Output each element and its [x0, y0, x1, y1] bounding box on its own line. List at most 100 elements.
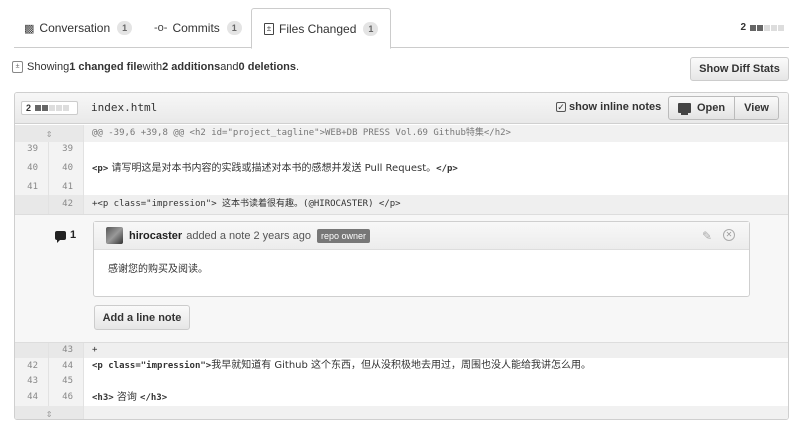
diff-code: <p> 请写明这是对本书内容的实践或描述对本书的感想并发送 Pull Reque… — [84, 157, 788, 180]
tab-conversation[interactable]: ▩ Conversation 1 — [24, 8, 133, 48]
code-text: 我早就知道有 Github 这个东西，但从没积极地去用过，周围也没人能给我讲怎么… — [211, 360, 592, 371]
old-line-number[interactable]: 44 — [15, 389, 49, 406]
file-stat-count: 2 — [26, 103, 32, 113]
old-line-number[interactable]: 42 — [15, 358, 49, 374]
file-diff: 2 index.html ✓ show inline notes Open Vi… — [14, 92, 789, 420]
code-tag: <p class="impression"> — [92, 361, 212, 371]
commit-icon: -o- — [154, 22, 168, 34]
pull-request-tabs: ▩ Conversation 1 -o- Commits 1 ± Files C… — [14, 8, 789, 49]
old-line-number[interactable] — [15, 343, 49, 358]
diff-code — [84, 374, 788, 389]
monitor-icon — [678, 103, 691, 115]
note-meta: added a note 2 years ago — [186, 229, 311, 242]
diff-row: 41 41 — [15, 180, 788, 195]
comment-count-value: 1 — [70, 229, 77, 241]
old-line-number[interactable]: 39 — [15, 142, 49, 157]
line-note: hirocaster added a note 2 years ago repo… — [93, 221, 750, 297]
new-line-number[interactable]: 42 — [49, 195, 84, 214]
open-button[interactable]: Open — [669, 97, 734, 119]
diff-stat-bars — [35, 105, 70, 111]
tab-label: Conversation — [39, 21, 111, 35]
diff-row: 44 46 <h3> 咨询 </h3> — [15, 389, 788, 406]
diff-stat-total: 2 — [740, 22, 785, 33]
checkbox-checked-icon[interactable]: ✓ — [556, 102, 566, 112]
diff-code: <p class="impression">我早就知道有 Github 这个东西… — [84, 358, 788, 374]
add-line-note-button[interactable]: Add a line note — [94, 305, 190, 330]
summary-text: . — [296, 61, 300, 73]
old-line-number[interactable]: 43 — [15, 374, 49, 389]
tab-files-changed[interactable]: ± Files Changed 1 — [251, 8, 392, 49]
inline-comment-thread: 1 hirocaster added a note 2 years ago re… — [15, 214, 788, 343]
summary-deletions: 0 deletions — [238, 61, 297, 73]
new-line-number[interactable]: 44 — [49, 358, 84, 374]
diff-row: 42 44 <p class="impression">我早就知道有 Githu… — [15, 358, 788, 374]
new-line-number[interactable]: 41 — [49, 180, 84, 195]
note-author[interactable]: hirocaster — [129, 230, 182, 242]
new-line-number[interactable]: 39 — [49, 142, 84, 157]
summary-additions: 2 additions — [162, 61, 221, 73]
diff-row-added: 42 +<p class="impression"> 这本书读着很有趣。(@HI… — [15, 195, 788, 214]
note-body: 感谢您的购买及阅读。 — [108, 264, 208, 275]
summary-files: 1 changed file — [69, 61, 143, 73]
file-diff-icon: ± — [264, 22, 274, 35]
close-icon[interactable]: ✕ — [723, 229, 735, 241]
old-line-number[interactable]: 41 — [15, 180, 49, 195]
file-name[interactable]: index.html — [91, 101, 157, 114]
diff-code: + — [84, 343, 788, 358]
old-line-number[interactable]: 40 — [15, 157, 49, 180]
file-header: 2 index.html ✓ show inline notes Open Vi… — [15, 93, 788, 124]
code-tag: </p> — [436, 164, 458, 174]
tab-commits[interactable]: -o- Commits 1 — [154, 8, 242, 48]
diff-stat-count: 2 — [740, 22, 746, 33]
pencil-icon[interactable]: ✎ — [702, 229, 712, 243]
view-button[interactable]: View — [734, 97, 778, 119]
code-tag: <p> — [92, 164, 109, 174]
diff-row: 40 40 <p> 请写明这是对本书内容的实践或描述对本书的感想并发送 Pull… — [15, 157, 788, 180]
tab-label: Commits — [172, 21, 220, 35]
new-line-number[interactable]: 45 — [49, 374, 84, 389]
tab-count: 1 — [117, 21, 133, 35]
diff-code — [84, 180, 788, 195]
comment-icon — [55, 230, 66, 243]
code-tag: <h3> — [92, 393, 114, 403]
tab-count: 1 — [363, 21, 379, 36]
diff-row: 39 39 — [15, 142, 788, 157]
summary-text: Showing — [27, 61, 70, 73]
diff-summary: ± Showing 1 changed file with 2 addition… — [12, 61, 299, 73]
diff-code — [84, 142, 788, 157]
code-text: 请写明这是对本书内容的实践或描述对本书的感想并发送 Pull Request。 — [108, 163, 437, 174]
hunk-header-text: @@ -39,6 +39,8 @@ <h2 id="project_taglin… — [92, 128, 511, 138]
diff-row-added: 43 + — [15, 343, 788, 358]
diff-code: +<p class="impression"> 这本书读着很有趣。(@HIROC… — [84, 195, 788, 214]
open-label: Open — [697, 102, 726, 114]
new-line-number[interactable]: 43 — [49, 343, 84, 358]
note-header: hirocaster added a note 2 years ago repo… — [94, 222, 749, 250]
speech-bubbles-icon: ▩ — [24, 22, 35, 35]
show-diff-stats-button[interactable]: Show Diff Stats — [690, 57, 789, 81]
file-diff-icon: ± — [12, 61, 23, 73]
expand-icon[interactable]: ⇕ — [15, 125, 84, 142]
diff-stat-bars — [750, 24, 785, 31]
summary-text: and — [220, 61, 239, 73]
comment-count: 1 — [55, 229, 77, 243]
show-inline-notes-toggle[interactable]: ✓ show inline notes — [556, 101, 661, 113]
tab-label: Files Changed — [279, 21, 357, 36]
old-line-number[interactable] — [15, 195, 49, 214]
expand-icon[interactable]: ⇕ — [15, 406, 84, 419]
tab-count: 1 — [226, 21, 242, 35]
show-inline-notes-label: show inline notes — [569, 101, 662, 113]
avatar[interactable] — [106, 227, 123, 244]
diff-row: 43 45 — [15, 374, 788, 389]
diff-code-empty — [84, 406, 788, 419]
new-line-number[interactable]: 40 — [49, 157, 84, 180]
new-line-number[interactable]: 46 — [49, 389, 84, 406]
code-tag: </h3> — [140, 393, 168, 403]
diff-code: <h3> 咨询 </h3> — [84, 389, 788, 406]
code-text: 咨询 — [113, 392, 141, 403]
expand-row: ⇕ — [15, 406, 788, 419]
summary-text: with — [142, 61, 163, 73]
file-actions: Open View — [668, 96, 779, 120]
repo-owner-badge: repo owner — [316, 228, 370, 243]
hunk-header-row: ⇕ @@ -39,6 +39,8 @@ <h2 id="project_tagl… — [15, 125, 788, 142]
file-diff-stat: 2 — [21, 101, 78, 115]
